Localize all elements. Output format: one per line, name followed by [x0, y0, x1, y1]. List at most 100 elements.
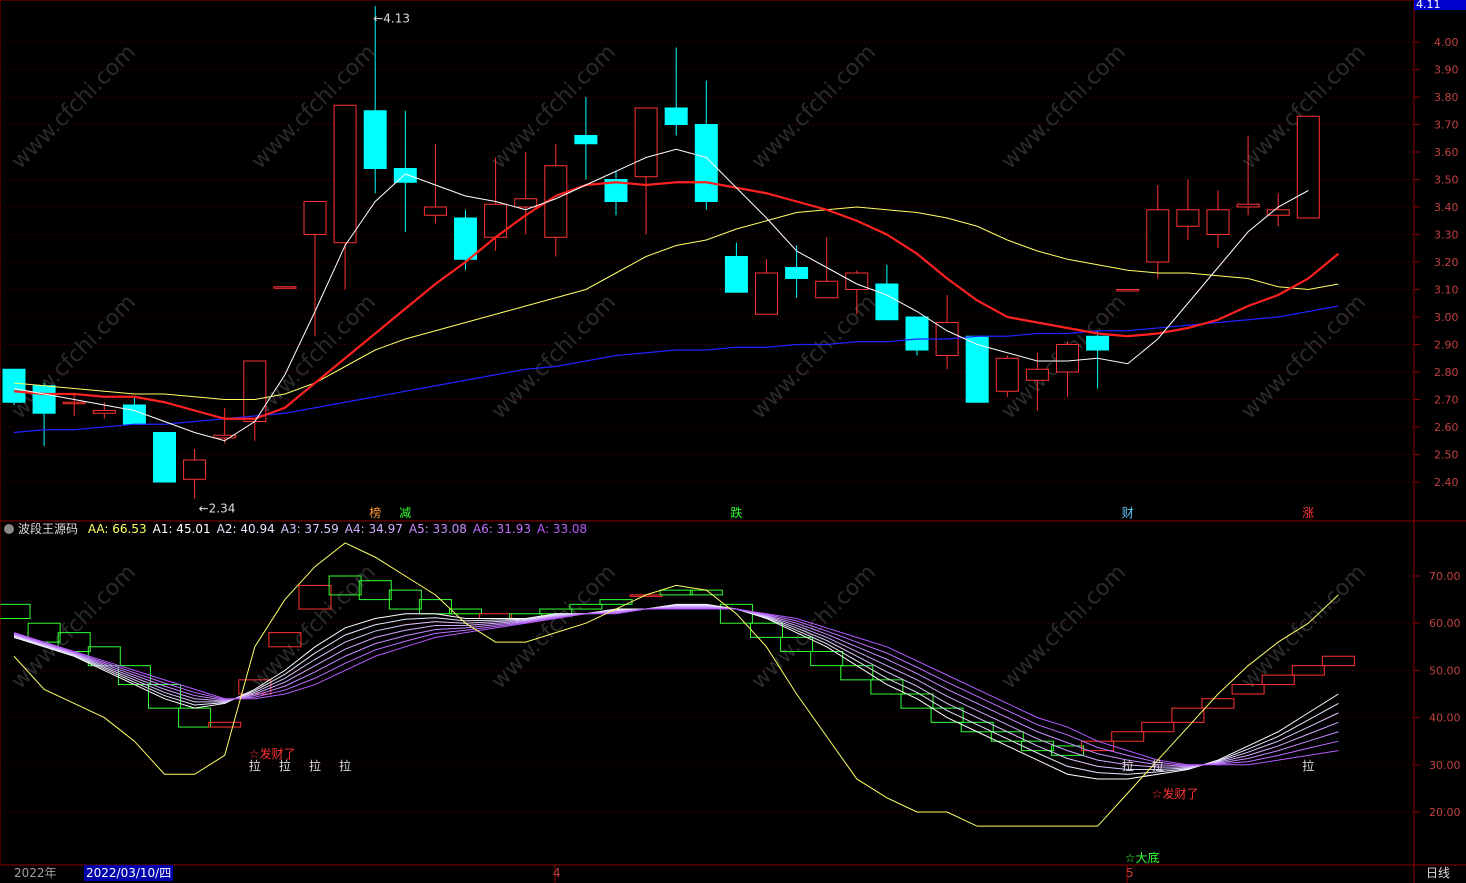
y-tick-label: 2.40 [1434, 476, 1459, 489]
candle-body [62, 401, 86, 405]
candle-body [724, 256, 748, 293]
candle-body [423, 206, 447, 216]
indicator-fan-line [13, 604, 1339, 775]
candle-body [32, 385, 56, 414]
cursor-date: 2022/03/10/四 [84, 865, 174, 881]
candle-body [153, 432, 176, 483]
time-axis: 2022年 2022/03/10/四 4 5 日线 [0, 865, 1466, 883]
candle-body [2, 368, 26, 403]
candle [1146, 185, 1170, 279]
indicator-fan-line [13, 605, 1339, 771]
candle-body [574, 135, 598, 145]
candle-body [875, 283, 899, 321]
legend-a5-value: A5: 33.08 [408, 522, 467, 536]
candle [724, 242, 748, 293]
y-tick-label: 30.00 [1429, 759, 1461, 772]
y-tick-label: 3.30 [1434, 229, 1459, 242]
month-label: 5 [1126, 866, 1134, 880]
watermark: www.cfchi.com [997, 560, 1131, 694]
candle [62, 394, 86, 416]
candle [243, 360, 267, 441]
candle [1176, 179, 1200, 240]
ma60-line [13, 305, 1339, 434]
candle [935, 295, 959, 370]
aa-line [13, 542, 1339, 827]
facai-marker: ☆发财了 [249, 746, 296, 761]
candle-body [122, 404, 146, 425]
watermark: www.cfchi.com [487, 290, 621, 424]
signal-label: 涨 [1302, 505, 1314, 520]
candle-body [905, 316, 929, 351]
candle-body [1236, 203, 1260, 208]
indicator-box [659, 589, 693, 596]
y-tick-label: 3.80 [1434, 91, 1459, 104]
ma10-line [13, 181, 1340, 420]
indicator-fan-line [13, 603, 1339, 780]
candle-body [1176, 209, 1200, 227]
indicator-box [0, 603, 31, 619]
candle-body [393, 168, 417, 183]
indicator-box [418, 599, 452, 615]
candle [634, 107, 658, 235]
candle [905, 316, 929, 356]
signal-label: 跌 [730, 505, 742, 520]
indicator-box [1321, 655, 1355, 667]
watermark: www.cfchi.com [247, 290, 381, 424]
indicator-box [1141, 721, 1175, 733]
candle [153, 432, 176, 483]
candle [183, 449, 207, 499]
y-tick-label: 2.50 [1434, 449, 1459, 462]
kline-chart[interactable]: www.cfchi.com www.cfchi.com www.cfchi.com w… [0, 0, 1466, 883]
signal-label: 财 [1122, 506, 1134, 520]
watermark: www.cfchi.com [487, 560, 621, 694]
legend-a3-value: A3: 37.59 [280, 522, 339, 536]
candle-body [755, 272, 778, 315]
candle [694, 80, 718, 210]
y-tick-label: 2.90 [1434, 339, 1459, 352]
dadi-marker: ☆大底 [1125, 850, 1160, 865]
candle-body [1086, 335, 1110, 351]
candle-body [664, 107, 688, 125]
candle-body [92, 410, 116, 414]
indicator-fan-line [13, 606, 1339, 767]
indicator-name[interactable]: 波段王源码 [18, 522, 78, 536]
candle [273, 286, 297, 289]
candle-body [1296, 115, 1320, 219]
facai-marker: ☆发财了 [1152, 786, 1199, 801]
period-selector[interactable]: 日线 [1426, 865, 1450, 882]
y-tick-label: 3.50 [1434, 174, 1459, 187]
watermark: www.cfchi.com [997, 40, 1131, 174]
la-marker: 拉 [339, 758, 351, 773]
candle-body [1056, 344, 1079, 373]
y-tick-label: 2.70 [1434, 394, 1459, 407]
current-price-badge: 4.11 [1414, 0, 1466, 10]
y-tick-label: 50.00 [1429, 664, 1461, 677]
candle [1116, 289, 1140, 292]
candle [1266, 193, 1290, 227]
candle-body [514, 198, 538, 208]
candle [755, 259, 778, 315]
candle-body [303, 201, 327, 235]
candle [423, 143, 447, 224]
candle [393, 110, 417, 232]
candle-body [1206, 209, 1230, 235]
candle-body [183, 459, 207, 480]
candle [1206, 190, 1230, 249]
candle-body [243, 360, 267, 422]
legend-a1-value: A1: 45.01 [152, 522, 211, 536]
legend-a2-value: A2: 40.94 [216, 522, 275, 536]
signal-label: 减 [399, 506, 411, 520]
y-tick-label: 3.20 [1434, 256, 1459, 269]
high-annotation: ←4.13 [373, 11, 410, 25]
candle-body [995, 357, 1019, 392]
indicator-fan-line [13, 607, 1339, 767]
legend-aa-value: AA: 66.53 [87, 522, 147, 536]
indicator-toggle-icon[interactable] [4, 524, 14, 534]
candle-body [634, 107, 658, 178]
la-marker: 拉 [1152, 758, 1164, 773]
indicator-box [689, 589, 723, 596]
watermark: www.cfchi.com [247, 40, 381, 174]
legend-a4-value: A4: 34.97 [344, 522, 403, 536]
watermark: www.cfchi.com [487, 40, 621, 174]
legend-a6-value: A6: 31.93 [472, 522, 531, 536]
